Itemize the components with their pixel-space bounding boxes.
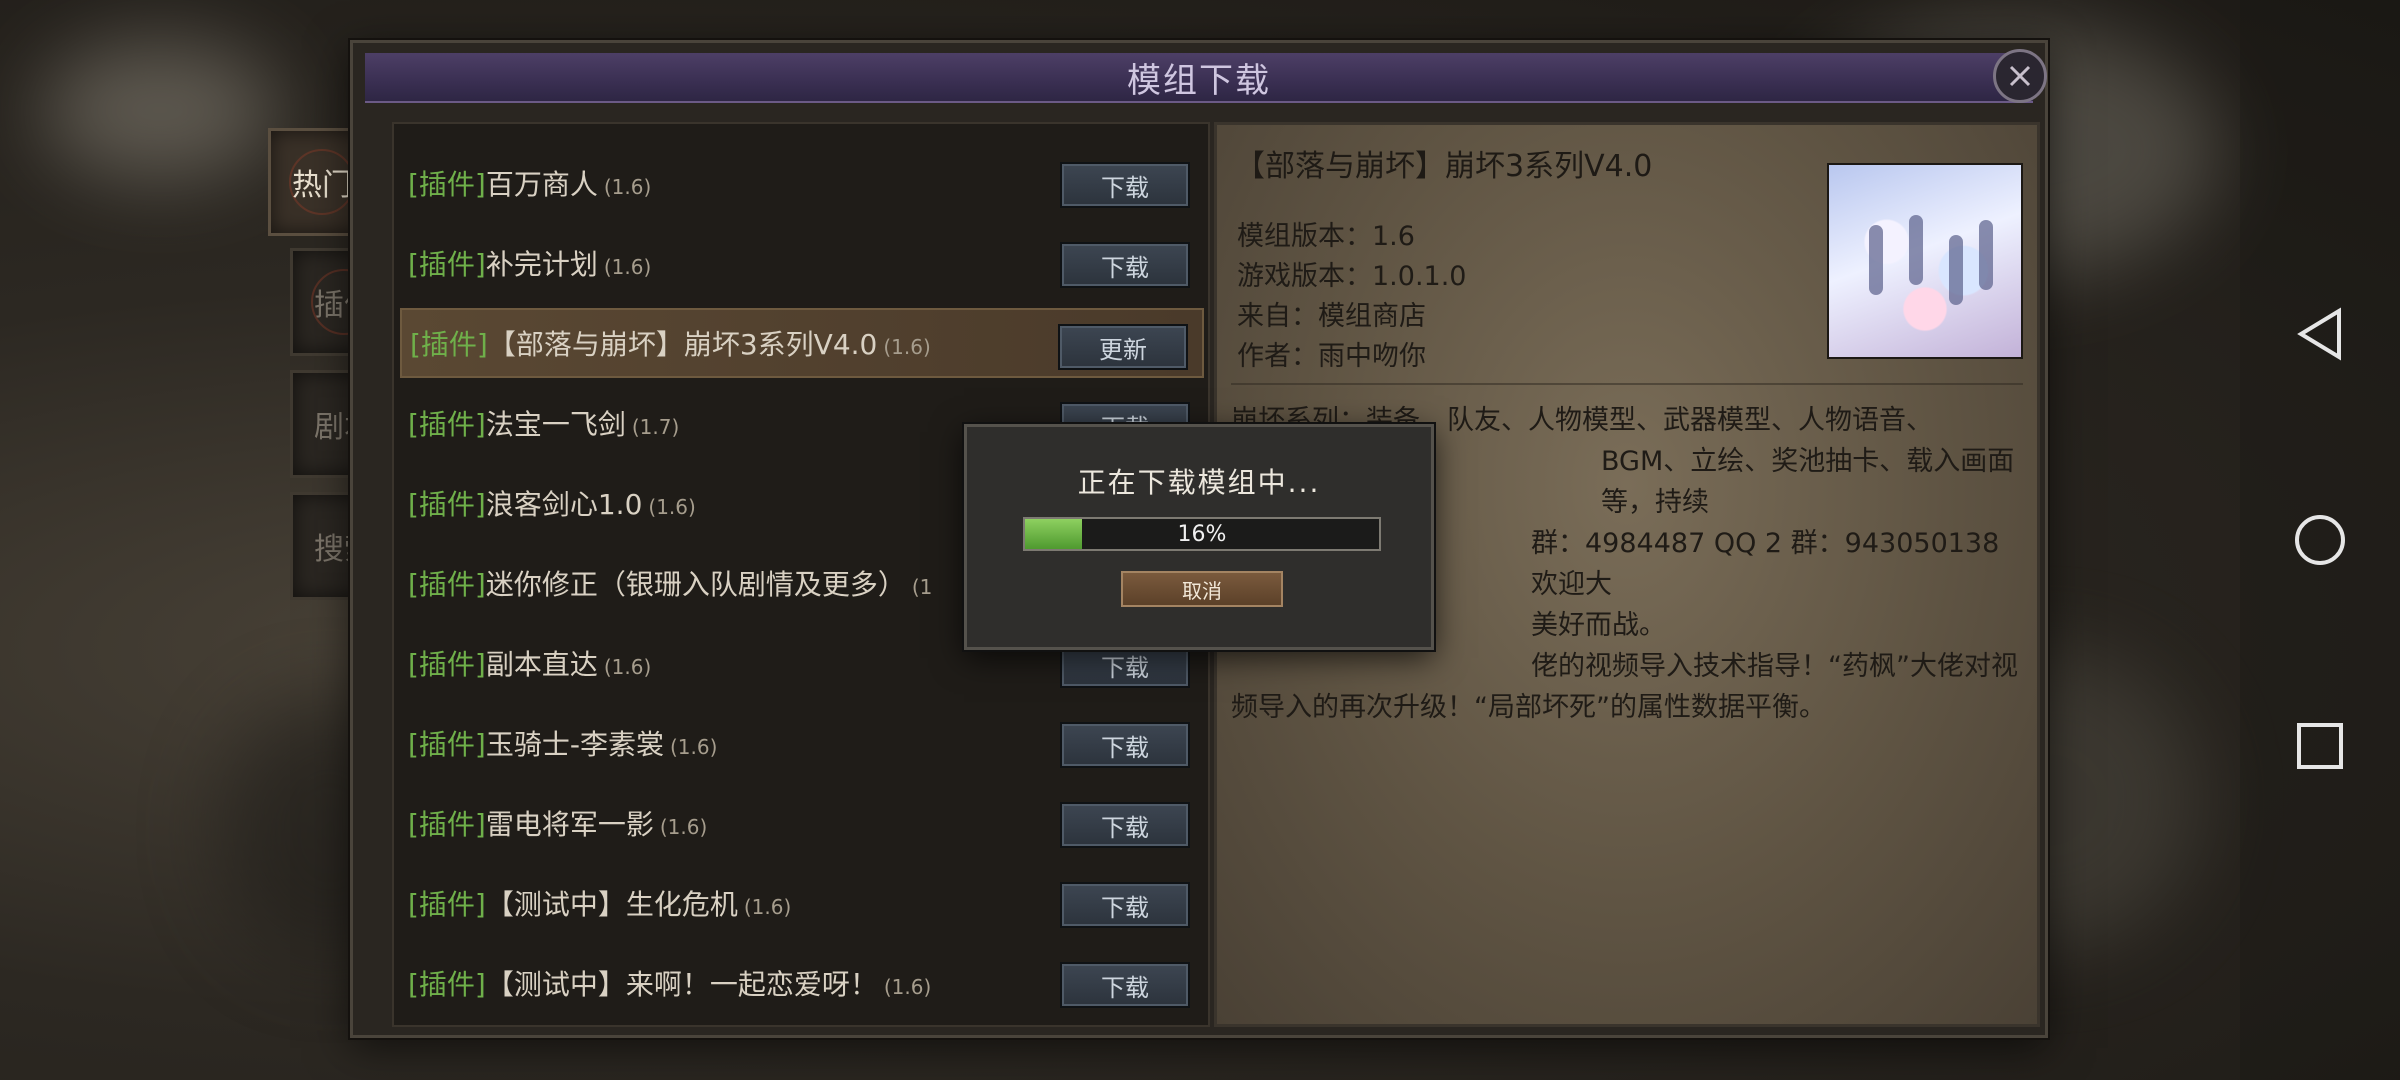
- download-button[interactable]: 下载: [1060, 882, 1190, 928]
- detail-meta: 模组版本：1.6 游戏版本：1.0.1.0 来自：模组商店 作者：雨中吻你: [1237, 217, 1466, 377]
- modal-title: 正在下载模组中...: [1077, 466, 1321, 499]
- mod-row-text: [插件]【部落与崩坏】崩坏3系列V4.0 (1.6): [410, 323, 931, 363]
- mod-row-text: [插件]补完计划 (1.6): [408, 243, 651, 283]
- mod-row-text: [插件]副本直达 (1.6): [408, 643, 651, 683]
- game-version-text: 游戏版本：1.0.1.0: [1237, 261, 1467, 292]
- download-button[interactable]: 下载: [1060, 962, 1190, 1008]
- mod-name: 百万商人: [485, 168, 598, 201]
- home-button[interactable]: [2292, 512, 2348, 568]
- mod-name: 补完计划: [485, 248, 598, 281]
- mod-version: (1.6): [883, 975, 932, 999]
- dialog-title: 模组下载: [365, 53, 2033, 103]
- close-button[interactable]: [1993, 49, 2047, 103]
- progress-label: 16%: [1177, 521, 1227, 547]
- mod-tag: [插件]: [408, 808, 486, 841]
- mod-tag: [插件]: [408, 888, 486, 921]
- recents-icon: [2297, 723, 2343, 769]
- cancel-button[interactable]: 取消: [1121, 571, 1283, 607]
- source-text: 来自：模组商店: [1237, 301, 1426, 332]
- mod-version: (1.6): [603, 175, 652, 199]
- mod-tag: [插件]: [410, 328, 488, 361]
- download-button[interactable]: 下载: [1060, 722, 1190, 768]
- mod-row-text: [插件]玉骑士-李素裳 (1.6): [408, 723, 717, 763]
- mod-row[interactable]: [插件]百万商人 (1.6) 下载: [400, 148, 1204, 218]
- mod-name: 迷你修正（银珊入队剧情及更多）: [485, 568, 906, 601]
- detail-title: 【部落与崩坏】崩坏3系列V4.0: [1235, 149, 1653, 184]
- mod-name: 雷电将军一影: [485, 808, 654, 841]
- mod-row[interactable]: [插件]【测试中】来啊！一起恋爱呀！ (1.6) 下载: [400, 948, 1204, 1018]
- mod-version: (1.6): [659, 815, 708, 839]
- download-button[interactable]: 下载: [1060, 802, 1190, 848]
- tab-label: 热门: [292, 168, 352, 203]
- mod-version: (1.6): [669, 735, 718, 759]
- mod-version: (1.6): [603, 255, 652, 279]
- download-progress-modal: 正在下载模组中... 16% 取消: [964, 424, 1434, 650]
- home-icon: [2295, 515, 2345, 565]
- thumb-figure: [1949, 235, 1963, 305]
- back-icon: [2297, 307, 2341, 361]
- progress-bar: 16%: [1023, 517, 1381, 551]
- mod-tag: [插件]: [408, 168, 486, 201]
- mod-name: 【部落与崩坏】崩坏3系列V4.0: [487, 328, 878, 361]
- mod-version: (1: [911, 575, 933, 599]
- mod-row-text: [插件]【测试中】来啊！一起恋爱呀！ (1.6): [408, 963, 931, 1003]
- mod-tag: [插件]: [408, 488, 486, 521]
- mod-tag: [插件]: [408, 648, 486, 681]
- mod-version: (1.6): [743, 895, 792, 919]
- download-button[interactable]: 下载: [1060, 162, 1190, 208]
- mod-thumbnail: [1827, 163, 2023, 359]
- recents-button[interactable]: [2292, 718, 2348, 774]
- thumb-figure: [1979, 220, 1993, 290]
- mod-row-text: [插件]雷电将军一影 (1.6): [408, 803, 707, 843]
- mod-tag: [插件]: [408, 728, 486, 761]
- system-nav-bar: [2240, 0, 2400, 1080]
- author-text: 作者：雨中吻你: [1237, 341, 1426, 372]
- update-button[interactable]: 更新: [1058, 324, 1188, 370]
- mod-row-text: [插件]【测试中】生化危机 (1.6): [408, 883, 791, 923]
- mod-version: (1.6): [603, 655, 652, 679]
- mod-version-text: 模组版本：1.6: [1237, 221, 1415, 252]
- mod-row-selected[interactable]: [插件]【部落与崩坏】崩坏3系列V4.0 (1.6) 更新: [400, 308, 1204, 378]
- mod-name: 玉骑士-李素裳: [485, 728, 664, 761]
- mod-tag: [插件]: [408, 408, 486, 441]
- mod-tag: [插件]: [408, 568, 486, 601]
- mod-name: 【测试中】生化危机: [485, 888, 738, 921]
- mod-tag: [插件]: [408, 248, 486, 281]
- mod-name: 副本直达: [485, 648, 598, 681]
- thumb-figure: [1909, 215, 1923, 285]
- close-icon: [2009, 65, 2031, 87]
- mod-row[interactable]: [插件]补完计划 (1.6) 下载: [400, 228, 1204, 298]
- mod-name: 法宝一飞剑: [485, 408, 626, 441]
- description-line: 频导入的再次升级！“局部坏死”的属性数据平衡。: [1231, 692, 1826, 723]
- description-line: 佬的视频导入技术指导！“药枫”大佬对视: [1531, 651, 2018, 682]
- background-blur: [40, 40, 280, 180]
- mod-version: (1.7): [631, 415, 680, 439]
- mod-row-text: [插件]浪客剑心1.0 (1.6): [408, 483, 696, 523]
- mod-row-text: [插件]百万商人 (1.6): [408, 163, 651, 203]
- mod-version: (1.6): [883, 335, 931, 359]
- mod-tag: [插件]: [408, 968, 486, 1001]
- back-button[interactable]: [2292, 306, 2348, 362]
- mod-name: 【测试中】来啊！一起恋爱呀！: [485, 968, 878, 1001]
- detail-divider: [1231, 383, 2023, 385]
- thumb-figure: [1869, 225, 1883, 295]
- mod-row-text: [插件]法宝一飞剑 (1.7): [408, 403, 679, 443]
- mod-row[interactable]: [插件]【测试中】生化危机 (1.6) 下载: [400, 868, 1204, 938]
- mod-name: 浪客剑心1.0: [485, 488, 643, 521]
- mod-row[interactable]: [插件]玉骑士-李素裳 (1.6) 下载: [400, 708, 1204, 778]
- mod-version: (1.6): [648, 495, 696, 519]
- download-button[interactable]: 下载: [1060, 242, 1190, 288]
- mod-row[interactable]: [插件]雷电将军一影 (1.6) 下载: [400, 788, 1204, 858]
- mod-row-text: [插件]迷你修正（银珊入队剧情及更多） (1: [408, 563, 932, 603]
